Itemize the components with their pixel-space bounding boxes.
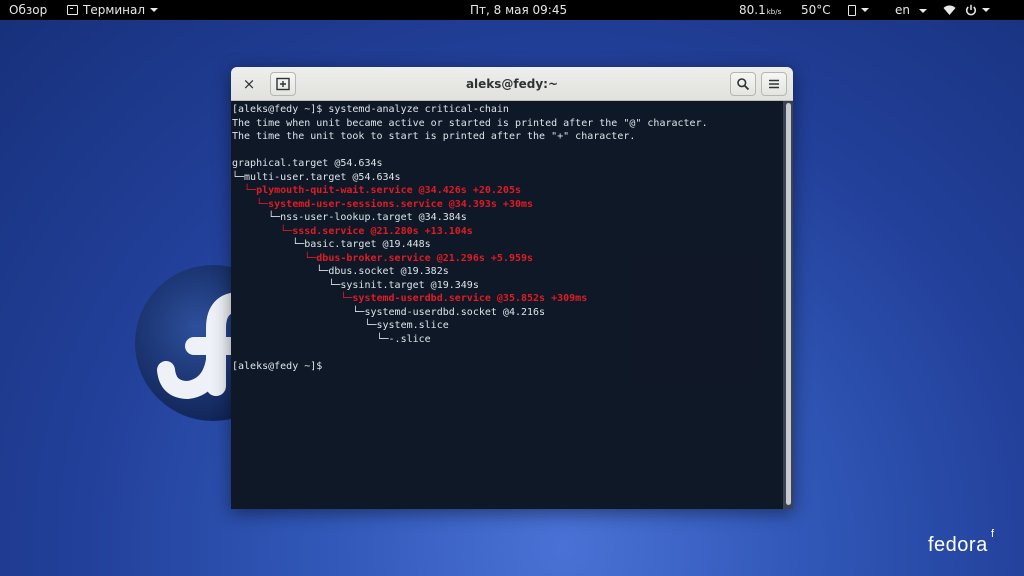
chevron-down-icon <box>150 8 159 12</box>
terminal-line: └─systemd-userdbd.service @35.852s +309m… <box>232 293 588 304</box>
cpu-temperature: 50°C <box>801 3 831 17</box>
terminal-line: └─plymouth-quit-wait.service @34.426s +2… <box>232 185 521 196</box>
fedora-wordmark-text: fedora <box>928 534 988 556</box>
clock[interactable]: Пт, 8 мая 09:45 <box>470 0 567 20</box>
wifi-icon <box>943 5 956 16</box>
terminal-line: └─dbus-broker.service @21.296s +5.959s <box>232 252 534 264</box>
chevron-down-icon <box>861 8 869 12</box>
top-panel: Обзор Терминал Пт, 8 мая 09:45 80.1kb/s … <box>0 0 1024 20</box>
network-speed: 80.1kb/s <box>739 0 781 20</box>
app-menu-label: Терминал <box>83 3 146 17</box>
window-header[interactable]: × aleks@fedy:~ <box>231 67 793 101</box>
fedora-wordmark: fedora f <box>928 528 994 557</box>
system-menu[interactable] <box>943 0 990 20</box>
power-icon <box>965 4 977 16</box>
hamburger-menu-icon <box>769 79 779 89</box>
terminal-line: └─basic.target @19.448s <box>232 239 431 250</box>
app-menu[interactable]: Терминал <box>67 0 159 20</box>
window-title: aleks@fedy:~ <box>465 77 559 91</box>
terminal-line: └─sssd.service @21.280s +13.104s <box>232 225 473 237</box>
terminal-line: [aleks@fedy ~]$ systemd-analyze critical… <box>232 104 509 115</box>
network-speed-value: 80.1 <box>739 3 766 17</box>
menu-button[interactable] <box>761 72 787 96</box>
terminal-icon <box>67 5 78 15</box>
terminal-line: └─sysinit.target @19.349s <box>232 279 479 291</box>
search-button[interactable] <box>730 72 756 96</box>
chevron-down-icon <box>982 8 990 12</box>
activities-button[interactable]: Обзор <box>9 0 47 20</box>
terminal-window[interactable]: × aleks@fedy:~ [aleks@fedy ~]$ systemd-a… <box>231 67 793 509</box>
terminal-line: └─systemd-user-sessions.service @34.393s… <box>232 198 534 210</box>
new-tab-icon <box>276 77 290 91</box>
terminal-line: └─system.slice <box>232 320 449 331</box>
terminal-line: └─systemd-userdbd.socket @4.216s <box>232 306 546 318</box>
terminal-line: The time when unit became active or star… <box>232 117 708 129</box>
keyboard-layout-menu[interactable]: en <box>895 0 927 20</box>
new-tab-button[interactable] <box>270 72 296 96</box>
terminal-line: └─-.slice <box>232 333 431 345</box>
terminal-line: graphical.target @54.634s <box>232 158 383 169</box>
keyboard-layout-label: en <box>895 3 910 17</box>
terminal-line: └─dbus.socket @19.382s <box>232 266 449 277</box>
terminal-line: └─nss-user-lookup.target @34.384s <box>232 212 467 223</box>
terminal-output[interactable]: [aleks@fedy ~]$ systemd-analyze critical… <box>231 101 783 509</box>
terminal-line: The time the unit took to start is print… <box>232 131 636 142</box>
scrollbar-thumb[interactable] <box>786 103 791 505</box>
network-speed-unit: kb/s <box>766 8 782 16</box>
search-icon <box>737 78 750 91</box>
scrollbar[interactable] <box>783 101 793 509</box>
fedora-mark: f <box>991 528 995 540</box>
terminal-lines: [aleks@fedy ~]$ systemd-analyze critical… <box>232 103 708 373</box>
clipboard-menu[interactable] <box>848 0 869 20</box>
close-button[interactable]: × <box>240 75 258 93</box>
clipboard-icon <box>848 4 856 16</box>
terminal-line: └─multi-user.target @54.634s <box>232 171 401 183</box>
chevron-down-icon <box>918 8 927 13</box>
terminal-line: [aleks@fedy ~]$ <box>232 360 323 372</box>
